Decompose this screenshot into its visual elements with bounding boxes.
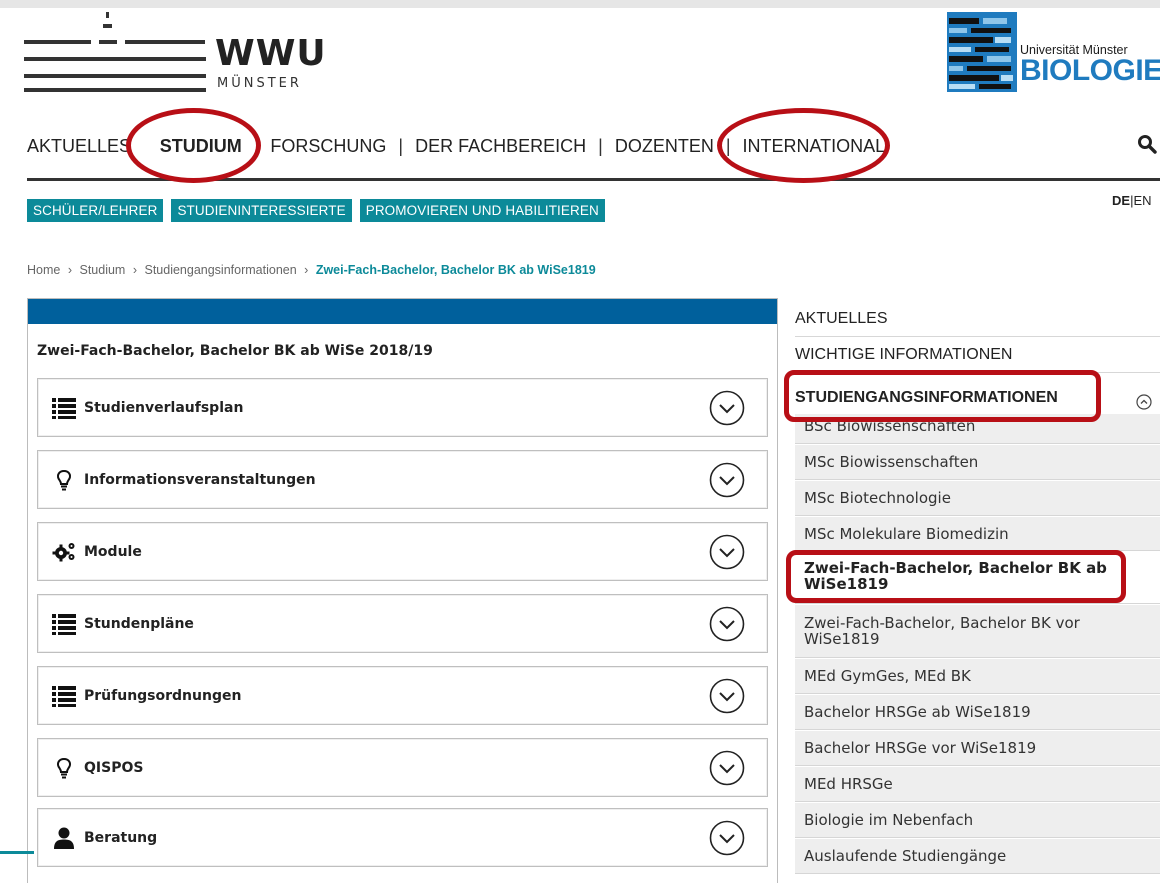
sidebar-item-wichtige-informationen[interactable]: WICHTIGE INFORMATIONEN [795,337,1160,373]
accordion-label: Stundenpläne [84,615,194,632]
chevron-down-circle-icon[interactable] [709,390,745,426]
annotation-ellipse-studium [126,108,261,183]
breadcrumb-current: Zwei-Fach-Bachelor, Bachelor BK ab WiSe1… [315,263,596,277]
sidebar-subitem-msc-biotechnologie[interactable]: MSc Biotechnologie [795,481,1160,516]
sidebar-subitem-med-gymges[interactable]: MEd GymGes, MEd BK [795,659,1160,694]
lightbulb-icon [57,757,71,778]
biologie-logo-word: BIOLOGIE [1020,54,1160,87]
annotation-box-zwei-fach-bachelor [786,550,1126,603]
chevron-down-circle-icon[interactable] [709,606,745,642]
gears-icon [52,542,75,561]
chevron-down-circle-icon[interactable] [709,820,745,856]
breadcrumb-separator: › [304,263,309,277]
lang-de[interactable]: DE [1112,193,1130,208]
chevron-down-circle-icon[interactable] [709,534,745,570]
sub-nav: SCHÜLER/LEHRER STUDIENINTERESSIERTE PROM… [27,199,605,222]
accordion-label: Prüfungsordnungen [84,687,242,704]
user-icon [54,827,74,849]
wwu-logo-word: WWU [215,33,327,74]
nav-separator: | [598,135,603,156]
nav-item-dozenten[interactable]: DOZENTEN [615,136,714,157]
chevron-down-circle-icon[interactable] [709,462,745,498]
accordion-stundenplaene[interactable]: Stundenpläne [37,594,768,653]
top-band [0,0,1160,8]
lightbulb-icon [57,469,71,490]
wwu-logo-subtitle: MÜNSTER [217,76,302,91]
accordion-qispos[interactable]: QISPOS [37,738,768,797]
language-switcher: DE|EN [1112,193,1152,208]
search-icon[interactable] [1137,134,1157,154]
accordion-label: QISPOS [84,759,144,776]
sidebar-subitem-biologie-im-nebenfach[interactable]: Biologie im Nebenfach [795,803,1160,838]
panel-header-bar [28,299,777,324]
sidebar-subitem-msc-molekulare-biomedizin[interactable]: MSc Molekulare Biomedizin [795,517,1160,551]
accordion-beratung[interactable]: Beratung [37,808,768,867]
subnav-studieninteressierte[interactable]: STUDIENINTERESSIERTE [171,199,352,222]
accordion-label: Studienverlaufsplan [84,399,244,416]
breadcrumb: Home › Studium › Studiengangsinformation… [27,263,596,277]
breadcrumb-studiengangsinformationen[interactable]: Studiengangsinformationen [144,263,296,277]
accordion-module[interactable]: Module [37,522,768,581]
sidebar-subitem-med-hrsge[interactable]: MEd HRSGe [795,767,1160,802]
subnav-schueler-lehrer[interactable]: SCHÜLER/LEHRER [27,199,164,222]
annotation-ellipse-international [717,108,890,183]
accordion-label: Informationsveranstaltungen [84,471,316,488]
breadcrumb-separator: › [67,263,72,277]
breadcrumb-home[interactable]: Home [27,263,60,277]
sidebar-subitem-bachelor-hrsge-ab[interactable]: Bachelor HRSGe ab WiSe1819 [795,695,1160,730]
sidebar-subitem-auslaufende-studiengaenge[interactable]: Auslaufende Studiengänge [795,839,1160,874]
lang-en[interactable]: EN [1133,193,1151,208]
subnav-promovieren[interactable]: PROMOVIEREN UND HABILITIEREN [359,199,605,222]
sidebar-subitem-zwei-fach-bachelor-vor[interactable]: Zwei-Fach-Bachelor, Bachelor BK vor WiSe… [795,605,1160,658]
chevron-down-circle-icon[interactable] [709,750,745,786]
page-title: Zwei-Fach-Bachelor, Bachelor BK ab WiSe … [37,343,433,359]
list-icon [52,685,76,707]
accordion-pruefungsordnungen[interactable]: Prüfungsordnungen [37,666,768,725]
accordion-label: Module [84,543,142,560]
content-panel: Zwei-Fach-Bachelor, Bachelor BK ab WiSe … [27,298,778,883]
chevron-up-circle-icon[interactable] [1136,394,1152,410]
nav-separator: | [398,135,404,156]
nav-item-der-fachbereich[interactable]: DER FACHBEREICH [415,136,586,157]
left-accent-line [0,851,34,854]
accordion-studienverlaufsplan[interactable]: Studienverlaufsplan [37,378,768,437]
annotation-box-studiengangsinformationen [784,370,1101,422]
sidebar-subitem-msc-biowissenschaften[interactable]: MSc Biowissenschaften [795,445,1160,480]
breadcrumb-studium[interactable]: Studium [79,263,125,277]
list-icon [52,613,76,635]
nav-item-forschung[interactable]: FORSCHUNG [270,136,386,157]
nav-item-aktuelles[interactable]: AKTUELLES [27,136,131,157]
sidebar-subitem-bachelor-hrsge-vor[interactable]: Bachelor HRSGe vor WiSe1819 [795,731,1160,766]
accordion-label: Beratung [84,829,158,846]
sidebar-item-aktuelles[interactable]: AKTUELLES [795,300,1160,337]
list-icon [52,397,76,419]
chevron-down-circle-icon[interactable] [709,678,745,714]
breadcrumb-separator: › [132,263,137,277]
accordion-informationsveranstaltungen[interactable]: Informationsveranstaltungen [37,450,768,509]
